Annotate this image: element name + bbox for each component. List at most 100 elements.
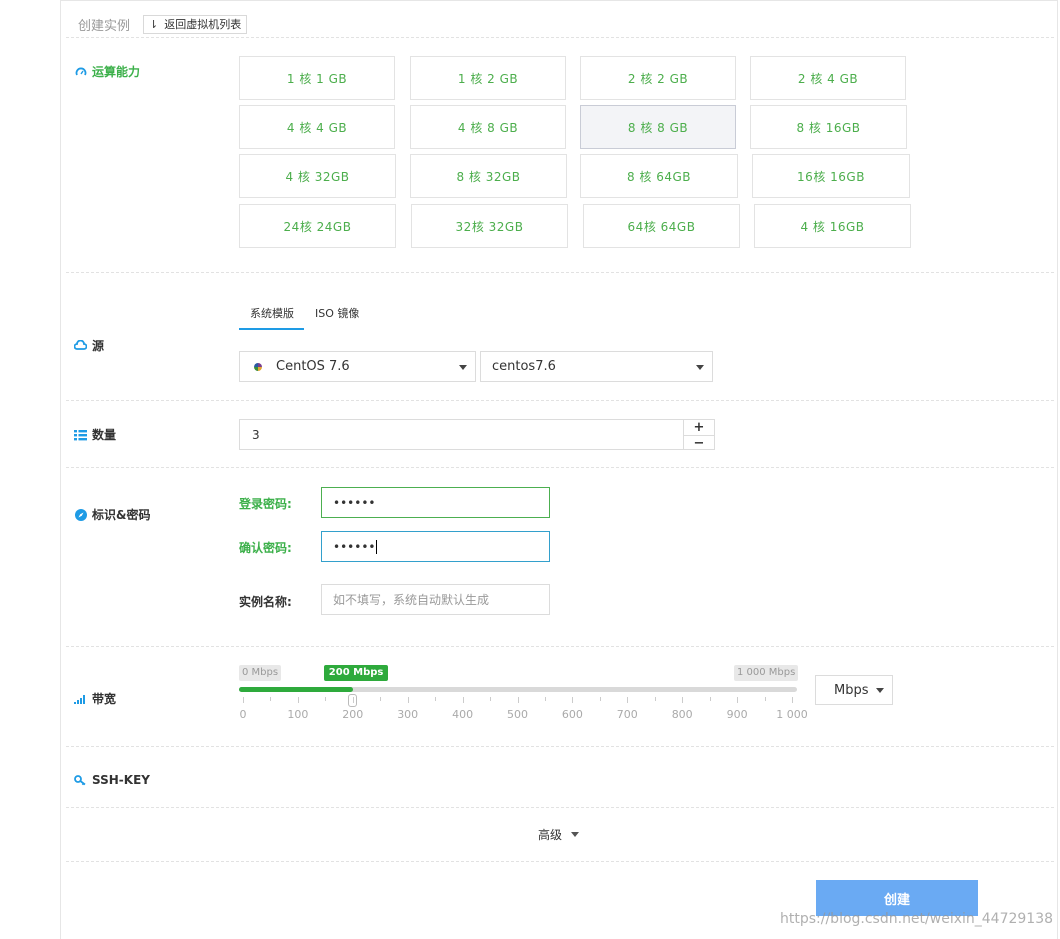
login-password-field[interactable]: •••••• [321, 487, 550, 518]
quantity-stepper: 3 + − [239, 419, 715, 451]
spec-option[interactable]: 4 核 16GB [754, 204, 911, 248]
slider-tick-label: 200 [342, 708, 364, 721]
slider-tick-label: 500 [507, 708, 528, 721]
slider-tick [270, 697, 272, 701]
spec-option[interactable]: 24核 24GB [239, 204, 396, 248]
list-icon [74, 428, 87, 441]
spec-option[interactable]: 1 核 1 GB [239, 56, 395, 100]
quantity-decrement-button[interactable]: − [684, 436, 714, 451]
spec-option[interactable]: 2 核 2 GB [580, 56, 736, 100]
source-section-label: 源 [74, 337, 104, 354]
gauge-icon [74, 65, 87, 78]
bandwidth-unit-select[interactable]: Mbps [815, 675, 893, 705]
slider-max-label: 1 000 Mbps [734, 665, 799, 681]
tab-iso-image[interactable]: ISO 镜像 [304, 302, 369, 330]
spec-option[interactable]: 8 核 64GB [580, 154, 738, 198]
spec-option[interactable]: 8 核 16GB [750, 105, 907, 149]
page-title: 创建实例 [78, 18, 131, 34]
compass-icon [74, 508, 87, 521]
slider-tick [490, 697, 492, 701]
watermark: https://blog.csdn.net/weixin_44729138 [780, 911, 1054, 927]
quantity-input[interactable]: 3 [240, 420, 683, 449]
identity-section-label: 标识&密码 [74, 506, 150, 523]
text-cursor [376, 539, 378, 554]
slider-tick [325, 697, 327, 701]
slider-tick [352, 697, 354, 703]
ssh-key-section-label: SSH-KEY [74, 773, 150, 787]
instance-name-field[interactable] [321, 584, 550, 615]
divider [66, 272, 1054, 273]
slider-tick-label: 0 [239, 708, 247, 721]
slider-tick [435, 697, 437, 701]
os-select[interactable]: CentOS 7.6 [239, 351, 476, 382]
spec-option[interactable]: 2 核 4 GB [750, 56, 906, 100]
slider-tick-label: 400 [452, 708, 474, 721]
slider-tick [297, 697, 299, 703]
slider-tick-label: 700 [616, 708, 638, 721]
divider [66, 746, 1054, 747]
spec-option[interactable]: 64核 64GB [583, 204, 740, 248]
back-to-vm-list-button[interactable]: ⇂ 返回虚拟机列表 [143, 14, 248, 34]
slider-tick [654, 697, 656, 701]
instance-name-input[interactable] [333, 592, 549, 607]
chevron-down-icon [876, 688, 884, 693]
slider-tick [380, 697, 382, 701]
centos-logo-icon [254, 362, 262, 371]
slider-tick [544, 697, 546, 701]
slider-tick-label: 800 [671, 708, 693, 721]
slider-fill [239, 687, 353, 692]
slider-tick [709, 697, 711, 701]
login-password-label: 登录密码: [239, 497, 292, 511]
slider-tick [792, 697, 793, 703]
slider-tick [243, 697, 244, 703]
slider-tick [462, 697, 464, 703]
slider-tick-label: 1 000 [776, 708, 808, 721]
quantity-section-label: 数量 [74, 426, 116, 443]
divider [66, 37, 1054, 38]
bandwidth-section-label: 带宽 [74, 690, 116, 707]
slider-tick [682, 697, 684, 703]
unit-select-value: Mbps [834, 682, 869, 698]
image-select-value: centos7.6 [492, 359, 556, 374]
os-select-value: CentOS 7.6 [276, 359, 350, 374]
spec-option[interactable]: 1 核 2 GB [410, 56, 566, 100]
divider [66, 467, 1054, 468]
slider-tick-label: 300 [397, 708, 419, 721]
slider-tick [627, 697, 629, 703]
key-icon [74, 774, 87, 787]
advanced-toggle[interactable]: 高级 [538, 826, 580, 843]
chevron-down-icon [696, 365, 704, 370]
divider [66, 861, 1054, 862]
source-tabs: 系统模版 ISO 镜像 [239, 302, 369, 330]
slider-tick-label: 900 [726, 708, 748, 721]
slider-tick [407, 697, 409, 703]
slider-tick [572, 697, 574, 703]
chevron-down-icon [459, 365, 467, 370]
slider-tick [517, 697, 519, 703]
spec-option[interactable]: 4 核 32GB [239, 154, 396, 198]
page-header: 创建实例 ⇂ 返回虚拟机列表 [78, 14, 248, 34]
spec-option[interactable]: 16核 16GB [752, 154, 910, 198]
image-version-select[interactable]: centos7.6 [480, 351, 713, 382]
spec-option[interactable]: 8 核 8 GB [580, 105, 736, 149]
cloud-icon [74, 339, 87, 352]
signal-bars-icon [74, 692, 87, 705]
back-arrow-icon: ⇂ [149, 17, 159, 31]
slider-tick [737, 697, 739, 703]
divider [66, 646, 1054, 647]
tab-system-template[interactable]: 系统模版 [239, 302, 304, 330]
quantity-increment-button[interactable]: + [684, 420, 714, 436]
back-button-label: 返回虚拟机列表 [164, 18, 242, 31]
slider-track[interactable] [239, 687, 797, 692]
confirm-password-field[interactable]: •••••• [321, 531, 550, 562]
advanced-label: 高级 [538, 828, 563, 842]
slider-tick-label: 100 [287, 708, 309, 721]
slider-min-label: 0 Mbps [239, 665, 282, 681]
spec-option[interactable]: 8 核 32GB [410, 154, 567, 198]
slider-current-label: 200 Mbps [323, 665, 389, 681]
spec-option[interactable]: 4 核 8 GB [410, 105, 566, 149]
spec-option[interactable]: 4 核 4 GB [239, 105, 395, 149]
slider-tick [599, 697, 601, 701]
confirm-password-label: 确认密码: [239, 541, 292, 555]
spec-option[interactable]: 32核 32GB [411, 204, 568, 248]
